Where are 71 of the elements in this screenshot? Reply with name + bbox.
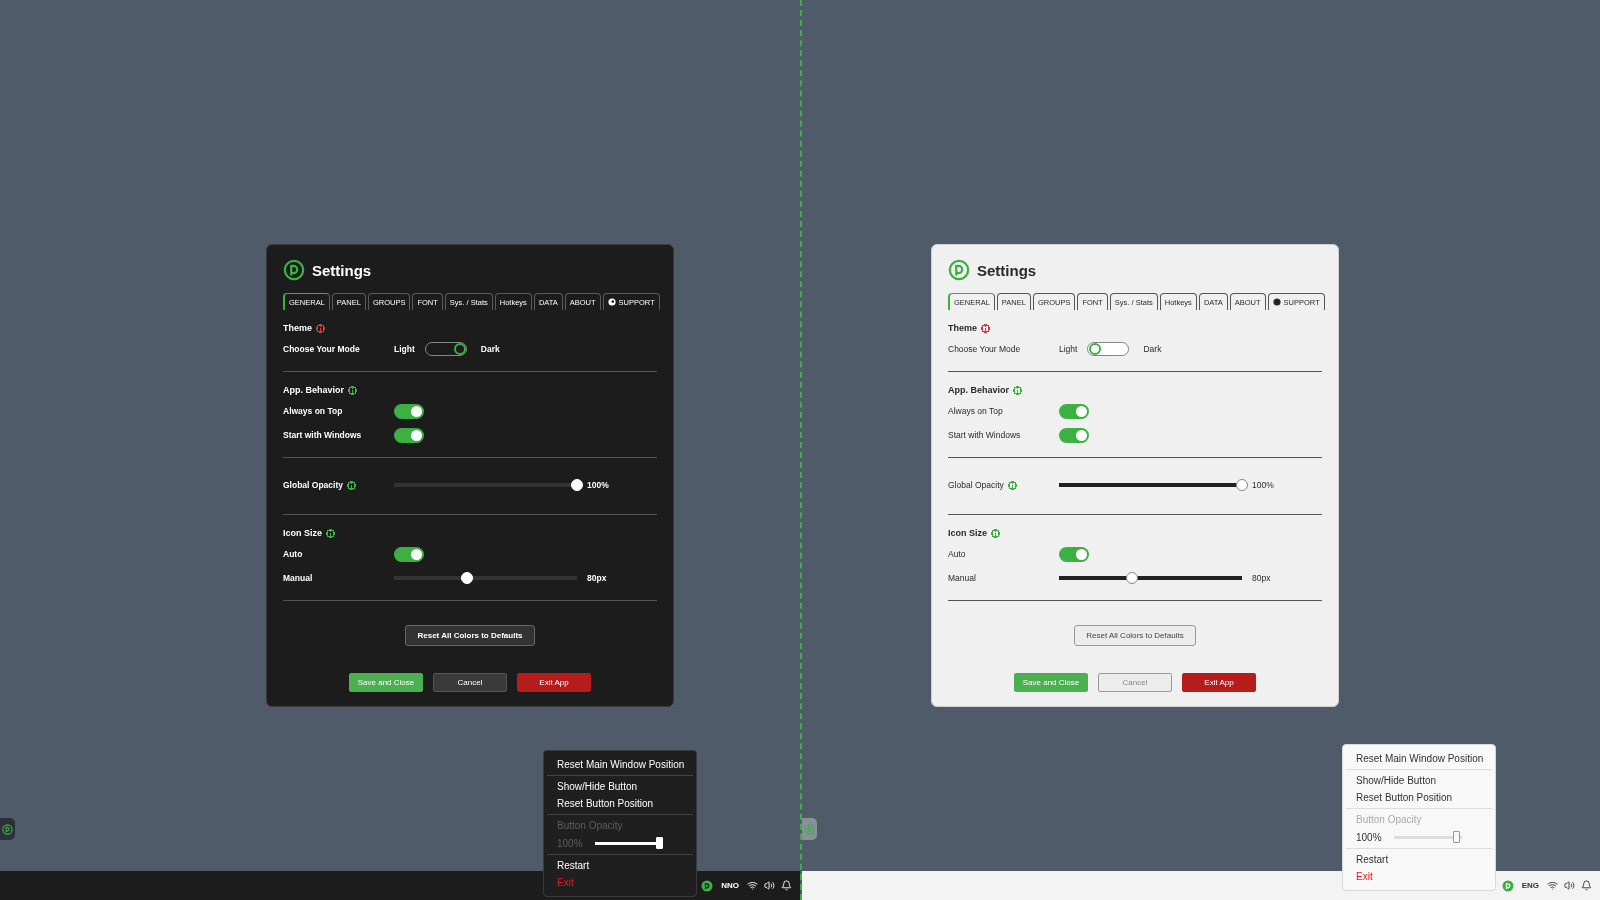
setting-label: Choose Your Mode bbox=[283, 344, 360, 354]
slider-thumb[interactable] bbox=[1453, 831, 1461, 843]
toggle-switch[interactable] bbox=[394, 546, 424, 562]
dialog-button[interactable]: Cancel bbox=[433, 673, 507, 692]
logo-icon bbox=[2, 823, 13, 835]
wifi-icon[interactable] bbox=[747, 880, 758, 891]
wifi-icon[interactable] bbox=[1547, 880, 1558, 891]
bell-icon[interactable] bbox=[781, 880, 792, 891]
reset-colors-button[interactable]: Reset All Colors to Defaults bbox=[405, 625, 535, 646]
section-title: App. Behavior bbox=[283, 385, 344, 395]
logo-icon bbox=[283, 259, 305, 281]
option-label: Dark bbox=[480, 344, 500, 354]
slider-thumb[interactable] bbox=[1236, 479, 1248, 491]
section-title: Theme bbox=[283, 323, 312, 333]
toggle-switch[interactable] bbox=[1059, 403, 1089, 419]
reset-colors-button[interactable]: Reset All Colors to Defaults bbox=[1074, 625, 1196, 646]
slider-thumb[interactable] bbox=[1126, 572, 1139, 584]
menu-item[interactable]: Reset Main Window Position bbox=[547, 756, 693, 773]
slider-value: 100% bbox=[1252, 480, 1274, 490]
setting-label: Auto bbox=[948, 549, 966, 559]
section-title: App. Behavior bbox=[948, 385, 1009, 395]
setting-label: Choose Your Mode bbox=[948, 344, 1021, 354]
volume-icon[interactable] bbox=[764, 880, 775, 891]
dialog-button[interactable]: Exit App bbox=[517, 673, 591, 692]
menu-item[interactable]: Show/Hide Button bbox=[547, 778, 693, 795]
menu-item[interactable]: Reset Main Window Position bbox=[1346, 750, 1492, 767]
toggle-switch[interactable] bbox=[394, 427, 424, 443]
setting-label: Global Opacity bbox=[283, 480, 343, 490]
setting-label: Manual bbox=[948, 573, 976, 583]
section-title: Theme bbox=[948, 323, 977, 333]
bell-icon[interactable] bbox=[1581, 880, 1592, 891]
setting-label: Auto bbox=[283, 549, 303, 559]
logo-icon bbox=[948, 259, 970, 281]
setting-label: Manual bbox=[283, 573, 313, 583]
toggle-switch[interactable] bbox=[1059, 427, 1089, 443]
menu-item[interactable]: Reset Button Position bbox=[547, 795, 693, 812]
mode-switch[interactable] bbox=[424, 342, 467, 356]
toggle-switch[interactable] bbox=[394, 403, 424, 419]
option-label: Light bbox=[1059, 344, 1078, 354]
slider-value: 80px bbox=[587, 573, 607, 583]
menu-item[interactable]: Show/Hide Button bbox=[1346, 772, 1492, 789]
setting-label: Always on Top bbox=[948, 406, 1003, 416]
menu-heading: Button Opacity bbox=[1355, 813, 1423, 827]
option-label: Light bbox=[394, 344, 415, 354]
slider-value: 80px bbox=[1252, 573, 1271, 583]
language-indicator[interactable]: ENG bbox=[1521, 881, 1539, 890]
setting-label: Global Opacity bbox=[948, 480, 1004, 490]
slider-value: 100% bbox=[587, 480, 609, 490]
section-title: Icon Size bbox=[283, 528, 322, 538]
menu-heading: Button Opacity bbox=[556, 819, 624, 833]
toggle-switch[interactable] bbox=[1059, 546, 1089, 562]
floating-button[interactable] bbox=[0, 818, 15, 840]
volume-icon[interactable] bbox=[1564, 880, 1575, 891]
setting-label: Start with Windows bbox=[283, 430, 362, 440]
language-indicator[interactable]: NNO bbox=[721, 881, 739, 890]
setting-label: Start with Windows bbox=[948, 430, 1021, 440]
menu-item[interactable]: Exit bbox=[1346, 868, 1492, 885]
dialog-button[interactable]: Exit App bbox=[1182, 673, 1256, 692]
menu-item[interactable]: Reset Button Position bbox=[1346, 789, 1492, 806]
dialog-title: Settings bbox=[312, 261, 372, 279]
logo-icon bbox=[804, 823, 815, 835]
section-title: Icon Size bbox=[948, 528, 987, 538]
menu-item[interactable]: Restart bbox=[547, 857, 693, 874]
menu-item[interactable]: Restart bbox=[1346, 851, 1492, 868]
menu-item[interactable]: Exit bbox=[547, 874, 693, 891]
opacity-value: 100% bbox=[1356, 831, 1382, 843]
option-label: Dark bbox=[1143, 344, 1162, 354]
setting-label: Always on Top bbox=[283, 406, 343, 416]
dialog-title: Settings bbox=[977, 261, 1037, 279]
app-tray-icon[interactable] bbox=[701, 879, 714, 892]
mode-switch[interactable] bbox=[1087, 342, 1130, 356]
